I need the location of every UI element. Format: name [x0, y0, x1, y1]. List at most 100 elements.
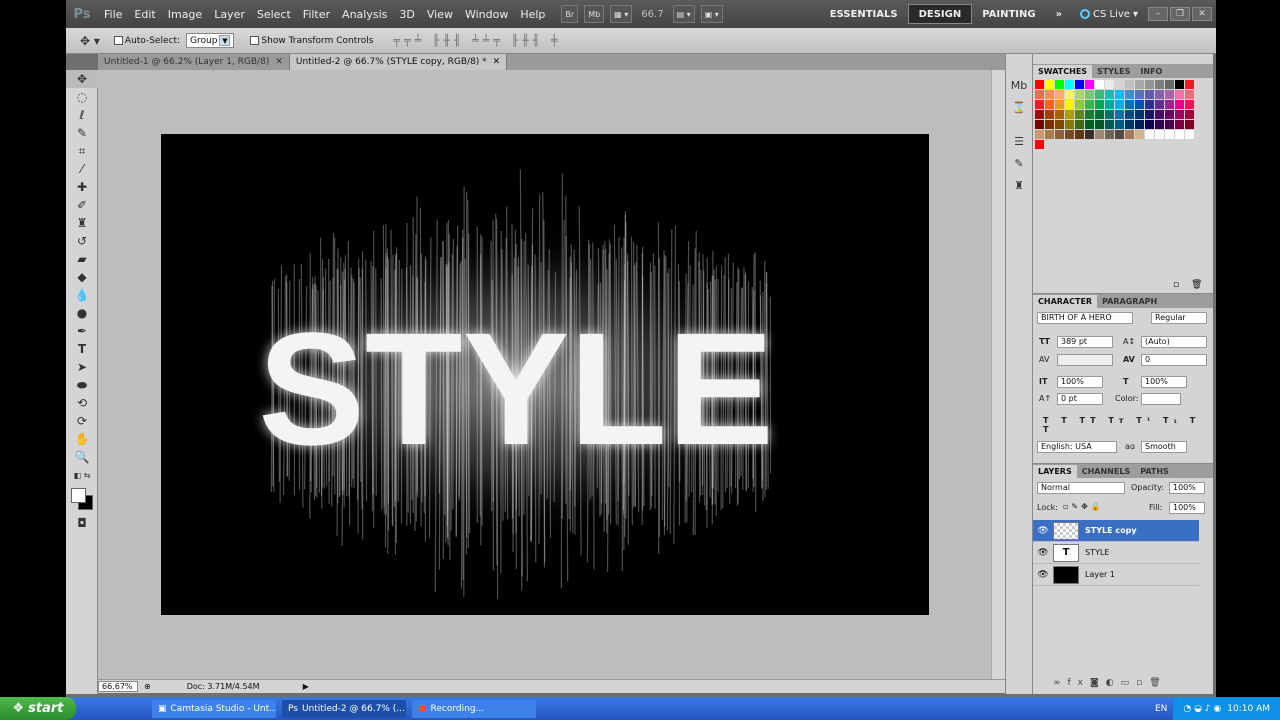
- color-swatch[interactable]: [1135, 120, 1144, 129]
- menu-select[interactable]: Select: [251, 8, 297, 21]
- color-swatch[interactable]: [1175, 90, 1184, 99]
- color-swatch[interactable]: [1055, 120, 1064, 129]
- color-swatch[interactable]: [1065, 110, 1074, 119]
- text-color-swatch[interactable]: [1141, 393, 1181, 405]
- color-swatch[interactable]: [1085, 100, 1094, 109]
- color-swatch[interactable]: [1165, 90, 1174, 99]
- blur-tool-icon[interactable]: 💧: [66, 286, 98, 304]
- auto-select-dropdown[interactable]: Group ▼: [186, 33, 235, 48]
- color-swatch[interactable]: [1135, 80, 1144, 89]
- paint-bucket-tool-icon[interactable]: ◆: [66, 268, 98, 286]
- lasso-tool-icon[interactable]: ℓ: [66, 106, 98, 124]
- color-swatch[interactable]: [1045, 80, 1054, 89]
- color-swatch[interactable]: [1075, 100, 1084, 109]
- doc-tab-untitled-2[interactable]: Untitled-2 @ 66.7% (STYLE copy, RGB/8) *…: [289, 54, 508, 70]
- color-swatch[interactable]: [1185, 80, 1194, 89]
- color-swatch[interactable]: [1155, 130, 1164, 139]
- color-swatch[interactable]: [1075, 90, 1084, 99]
- screen-mode-button[interactable]: ▣ ▾: [700, 5, 723, 23]
- healing-brush-tool-icon[interactable]: ✚: [66, 178, 98, 196]
- antialias-select[interactable]: Smooth: [1141, 441, 1187, 453]
- eyedropper-tool-icon[interactable]: ⁄: [66, 160, 98, 178]
- color-swatch[interactable]: [1055, 130, 1064, 139]
- more-workspaces-icon[interactable]: »: [1046, 4, 1072, 24]
- minimize-button[interactable]: –: [1148, 7, 1168, 21]
- color-swatch[interactable]: [1055, 80, 1064, 89]
- move-tool-preset-icon[interactable]: ✥ ▾: [80, 34, 100, 48]
- color-swatch[interactable]: [1035, 100, 1044, 109]
- color-swatch[interactable]: [1065, 130, 1074, 139]
- color-swatch[interactable]: [1185, 110, 1194, 119]
- menu-help[interactable]: Help: [514, 8, 551, 21]
- color-swatch[interactable]: [1045, 90, 1054, 99]
- delete-swatch-icon[interactable]: 🗑: [1191, 280, 1202, 290]
- color-swatch[interactable]: [1175, 120, 1184, 129]
- marquee-tool-icon[interactable]: ◌: [66, 88, 98, 106]
- status-menu-arrow-icon[interactable]: ▶: [303, 682, 309, 691]
- color-swatch[interactable]: [1105, 130, 1114, 139]
- history-icon[interactable]: ⌛: [1006, 96, 1032, 118]
- color-swatch[interactable]: [1115, 80, 1124, 89]
- close-icon[interactable]: ✕: [275, 57, 283, 67]
- eraser-tool-icon[interactable]: ▰: [66, 250, 98, 268]
- color-swatch[interactable]: [1135, 100, 1144, 109]
- 3d-orbit-tool-icon[interactable]: ⟳: [66, 412, 98, 430]
- color-swatch[interactable]: [1045, 110, 1054, 119]
- color-swatch[interactable]: [1095, 120, 1104, 129]
- move-tool-icon[interactable]: ✥: [66, 70, 98, 88]
- color-swatch[interactable]: [1155, 90, 1164, 99]
- swatch-grid[interactable]: [1035, 80, 1194, 149]
- color-swatch[interactable]: [1035, 90, 1044, 99]
- opacity-field[interactable]: 100%: [1169, 482, 1205, 494]
- link-layers-icon[interactable]: ∞: [1053, 678, 1068, 688]
- color-swatch[interactable]: [1165, 100, 1174, 109]
- show-transform-controls-checkbox[interactable]: Show Transform Controls: [250, 35, 373, 46]
- pen-tool-icon[interactable]: ✒: [66, 322, 98, 340]
- status-zoom[interactable]: 66.67%: [98, 681, 138, 692]
- 3d-rotate-tool-icon[interactable]: ⟲: [66, 394, 98, 412]
- hand-tool-icon[interactable]: ✋: [66, 430, 98, 448]
- color-swatch[interactable]: [1185, 90, 1194, 99]
- minibridge-button[interactable]: Mb: [584, 5, 605, 23]
- kerning-field[interactable]: [1057, 354, 1113, 366]
- tab-paths[interactable]: PATHS: [1135, 465, 1174, 478]
- language-select[interactable]: English: USA: [1037, 441, 1117, 453]
- color-swatch[interactable]: [1165, 130, 1174, 139]
- canvas-workspace[interactable]: STYLE STYLE: [98, 70, 1005, 679]
- restore-button[interactable]: ❐: [1170, 7, 1190, 21]
- clone-stamp-tool-icon[interactable]: ♜: [66, 214, 98, 232]
- color-swatch[interactable]: [1165, 80, 1174, 89]
- shape-tool-icon[interactable]: ⬬: [66, 376, 98, 394]
- menu-filter[interactable]: Filter: [297, 8, 336, 21]
- language-indicator[interactable]: EN: [1155, 704, 1167, 714]
- tab-channels[interactable]: CHANNELS: [1077, 465, 1135, 478]
- mask-icon[interactable]: ◙: [1090, 678, 1106, 688]
- color-swatch[interactable]: [1145, 120, 1154, 129]
- color-swatch[interactable]: [1105, 100, 1114, 109]
- color-swatch[interactable]: [1065, 100, 1074, 109]
- eye-icon[interactable]: 👁: [1033, 548, 1053, 558]
- menu-image[interactable]: Image: [162, 8, 208, 21]
- eye-icon[interactable]: 👁: [1033, 526, 1053, 536]
- font-style-select[interactable]: Regular: [1151, 312, 1207, 324]
- workspace-essentials[interactable]: ESSENTIALS: [820, 4, 908, 24]
- zoom-tool-icon[interactable]: 🔍: [66, 448, 98, 466]
- color-swatch[interactable]: [1075, 130, 1084, 139]
- align-icons[interactable]: ╤╤╧ ╟╫╢ ╧╧╤ ╟╫╢ ╪: [393, 34, 561, 47]
- color-swatch[interactable]: [1135, 110, 1144, 119]
- color-swatch[interactable]: [1045, 120, 1054, 129]
- color-swatch[interactable]: [1145, 80, 1154, 89]
- tab-character[interactable]: CHARACTER: [1033, 295, 1098, 308]
- layer-row[interactable]: 👁 STYLE copy: [1033, 520, 1199, 542]
- layer-row[interactable]: 👁 T STYLE: [1033, 542, 1199, 564]
- color-swatch[interactable]: [1035, 130, 1044, 139]
- color-swatch[interactable]: [1075, 120, 1084, 129]
- color-swatch[interactable]: [1185, 100, 1194, 109]
- color-swatch[interactable]: [1155, 120, 1164, 129]
- color-swatch[interactable]: [1145, 90, 1154, 99]
- tab-paragraph[interactable]: PARAGRAPH: [1097, 295, 1162, 308]
- color-swatch[interactable]: [1155, 100, 1164, 109]
- color-swatch[interactable]: [1085, 90, 1094, 99]
- faux-style-buttons[interactable]: T T TT Tт T¹ T₁ T T: [1043, 416, 1213, 434]
- minibridge-icon[interactable]: Mb: [1006, 74, 1032, 96]
